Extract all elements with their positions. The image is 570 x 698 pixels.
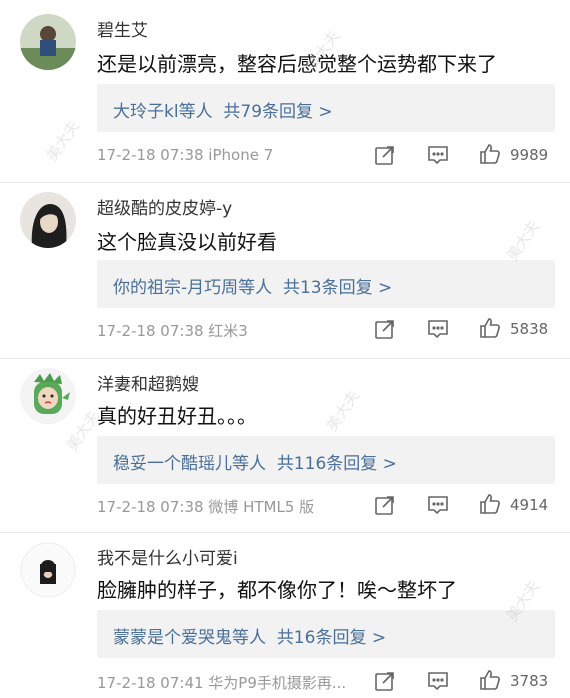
reply-people: 大玲子kl等人 xyxy=(113,102,213,122)
comment-meta: 17-2-18 07:38 红米3 xyxy=(97,322,248,340)
watermark: 美大夫 xyxy=(322,387,364,435)
avatar[interactable] xyxy=(20,368,76,424)
reply-count: 共79条回复 > xyxy=(223,102,333,122)
watermark: 美大夫 xyxy=(502,217,544,265)
avatar[interactable] xyxy=(20,192,76,248)
username[interactable]: 洋妻和超鹅嫂 xyxy=(97,370,199,395)
forward-icon[interactable] xyxy=(373,493,397,517)
forward-icon[interactable] xyxy=(373,317,397,341)
avatar[interactable] xyxy=(20,14,76,70)
reply-people: 你的祖宗-月巧周等人 xyxy=(113,278,273,298)
like-count: 9989 xyxy=(510,146,549,164)
reply-summary[interactable]: 稳妥一个酷瑶儿等人 共116条回复 > xyxy=(97,436,555,484)
like-icon[interactable] xyxy=(478,492,502,516)
like-icon[interactable] xyxy=(478,142,502,166)
comment-icon[interactable] xyxy=(426,317,450,341)
divider xyxy=(0,358,570,359)
like-icon[interactable] xyxy=(478,668,502,692)
reply-count: 共16条回复 > xyxy=(276,628,387,648)
comment-meta: 17-2-18 07:41 华为P9手机摄影再... xyxy=(97,674,347,692)
watermark: 美大夫 xyxy=(42,117,84,165)
divider xyxy=(0,532,570,533)
forward-icon[interactable] xyxy=(373,669,397,693)
like-icon[interactable] xyxy=(478,316,502,340)
comment-text: 这个脸真没以前好看 xyxy=(97,230,277,254)
username[interactable]: 碧生艾 xyxy=(97,16,148,41)
reply-people: 蒙蒙是个爱哭鬼等人 xyxy=(113,628,266,648)
like-count: 3783 xyxy=(510,672,549,690)
username[interactable]: 超级酷的皮皮婷-y xyxy=(97,194,232,219)
comment-icon[interactable] xyxy=(426,493,450,517)
forward-icon[interactable] xyxy=(373,143,397,167)
comment-text: 脸臃肿的样子，都不像你了！唉～整坏了 xyxy=(97,578,457,602)
divider xyxy=(0,182,570,183)
reply-summary[interactable]: 蒙蒙是个爱哭鬼等人 共16条回复 > xyxy=(97,610,555,658)
username[interactable]: 我不是什么小可爱i xyxy=(97,544,238,569)
avatar[interactable] xyxy=(20,542,76,598)
reply-summary[interactable]: 你的祖宗-月巧周等人 共13条回复 > xyxy=(97,260,555,308)
reply-summary[interactable]: 大玲子kl等人 共79条回复 > xyxy=(97,84,555,132)
comment-icon[interactable] xyxy=(426,143,450,167)
like-count: 5838 xyxy=(510,320,549,338)
comment-icon[interactable] xyxy=(426,669,450,693)
comment-meta: 17-2-18 07:38 微博 HTML5 版 xyxy=(97,498,315,516)
like-count: 4914 xyxy=(510,496,549,514)
reply-people: 稳妥一个酷瑶儿等人 xyxy=(113,454,266,474)
reply-count: 共13条回复 > xyxy=(282,278,393,298)
comment-meta: 17-2-18 07:38 iPhone 7 xyxy=(97,146,274,164)
comment-text: 还是以前漂亮，整容后感觉整个运势都下来了 xyxy=(97,52,497,76)
reply-count: 共116条回复 > xyxy=(276,454,397,474)
comment-text: 真的好丑好丑。。。 xyxy=(97,404,257,428)
